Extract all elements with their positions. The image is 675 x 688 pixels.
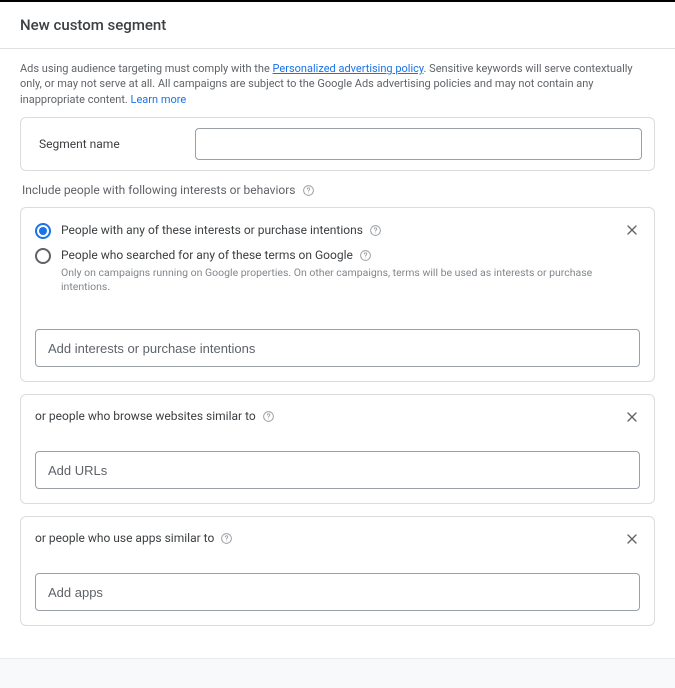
apps-input[interactable] [35,573,640,611]
urls-input[interactable] [35,451,640,489]
footer-space [0,658,675,688]
close-icon [624,409,640,425]
dialog-header: New custom segment [0,2,675,49]
learn-more-link[interactable]: Learn more [131,93,187,106]
help-icon[interactable] [359,249,372,262]
segment-name-input[interactable] [195,128,642,160]
radio-interests-label: People with any of these interests or pu… [61,222,382,239]
help-icon[interactable] [262,410,275,423]
policy-disclaimer: Ads using audience targeting must comply… [20,61,655,107]
close-apps-button[interactable] [620,527,644,551]
radio-interests[interactable] [35,223,51,239]
close-interests-button[interactable] [620,218,644,242]
close-icon [624,531,640,547]
interests-input[interactable] [35,329,640,367]
radio-search-label: People who searched for any of these ter… [61,247,640,264]
policy-link[interactable]: Personalized advertising policy [273,62,424,75]
radio-row-search[interactable]: People who searched for any of these ter… [35,247,640,293]
help-icon[interactable] [220,532,233,545]
radio-row-interests[interactable]: People with any of these interests or pu… [35,222,640,239]
radio-search[interactable] [35,248,51,264]
help-icon[interactable] [369,224,382,237]
segment-name-label: Segment name [33,137,183,151]
segment-name-card: Segment name [20,117,655,171]
dialog-title: New custom segment [20,16,655,34]
close-icon [624,222,640,238]
radio-group: People with any of these interests or pu… [35,222,640,293]
interests-card: People with any of these interests or pu… [20,207,655,382]
help-icon[interactable] [302,184,315,197]
apps-title: or people who use apps similar to [35,531,640,545]
radio-search-help: Only on campaigns running on Google prop… [61,266,640,293]
apps-card: or people who use apps similar to [20,516,655,626]
websites-title: or people who browse websites similar to [35,409,640,423]
websites-card: or people who browse websites similar to [20,394,655,504]
close-websites-button[interactable] [620,405,644,429]
include-label: Include people with following interests … [22,183,655,197]
